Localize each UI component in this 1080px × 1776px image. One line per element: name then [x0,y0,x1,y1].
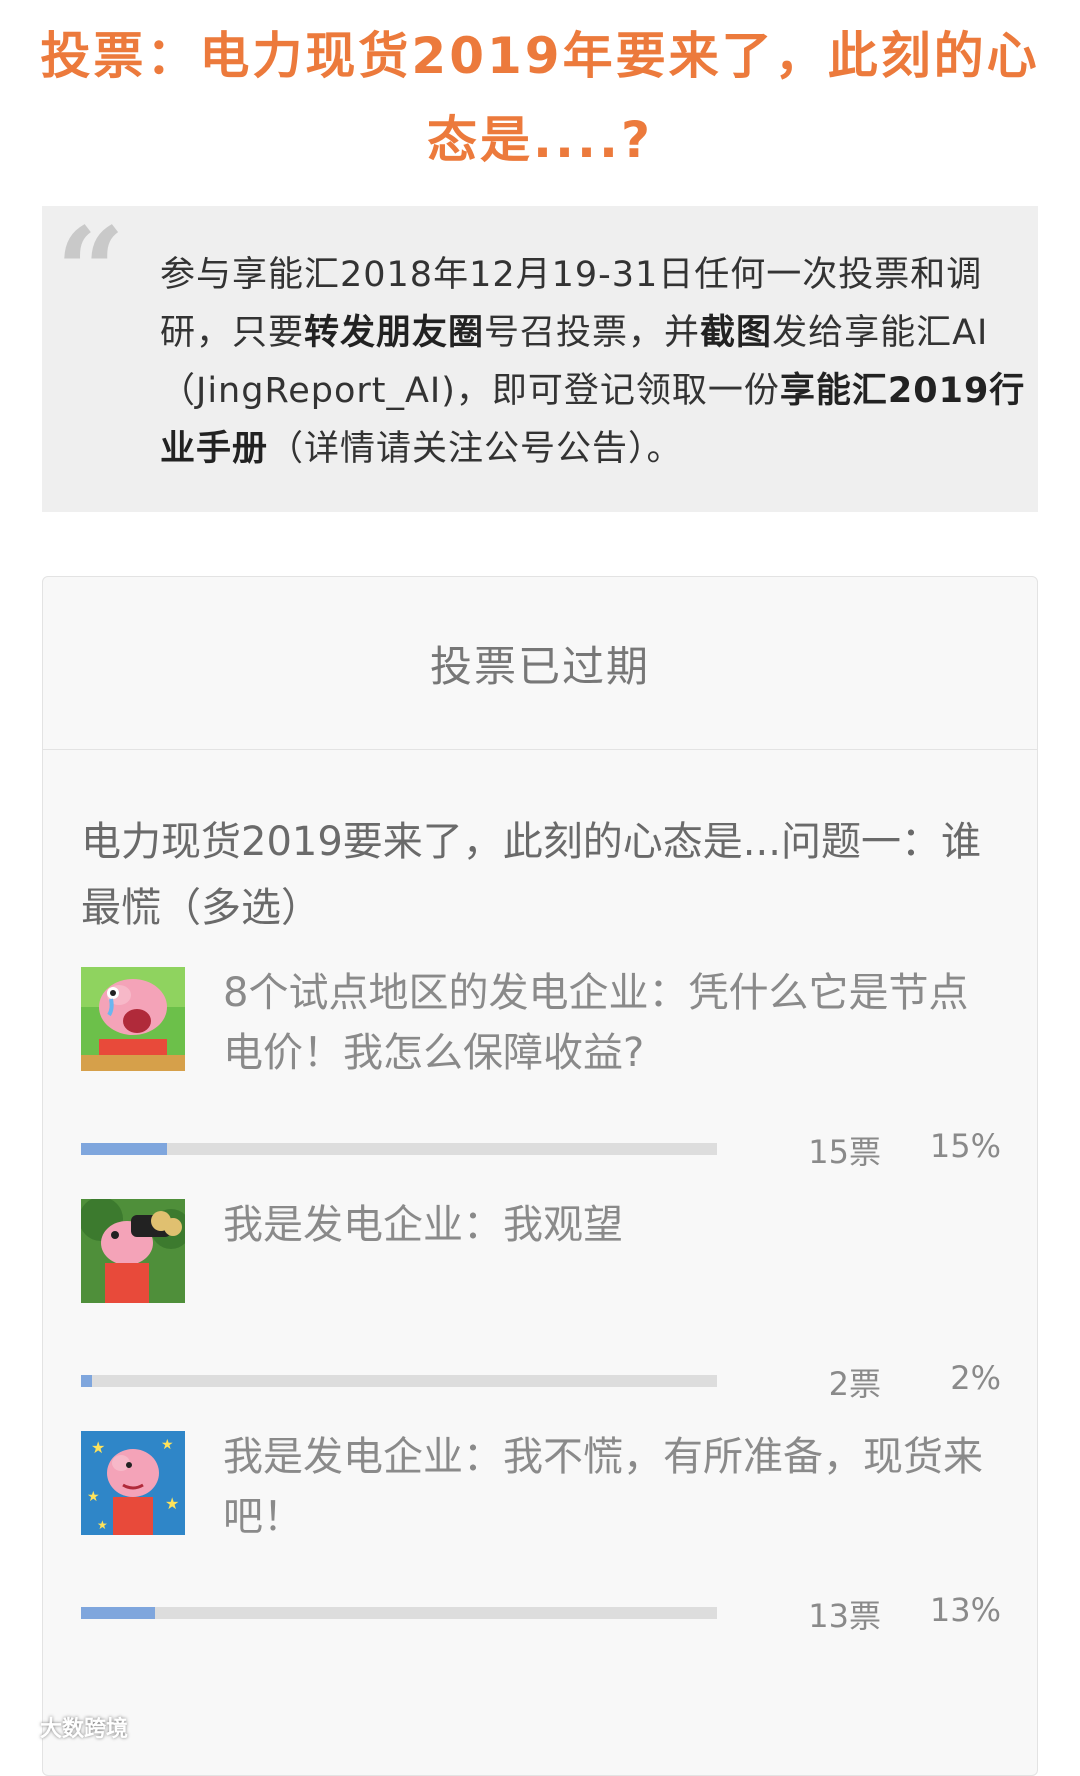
svg-text:★: ★ [161,1437,174,1453]
article-title: 投票：电力现货2019年要来了，此刻的心态是....? [40,27,1040,169]
notice-blockquote: “ 参与享能汇2018年12月19-31日任何一次投票和调研，只要转发朋友圈号召… [42,206,1038,512]
vote-progress-fill [81,1607,155,1619]
watermark: 大数跨境 [6,1711,128,1743]
vote-option-label: 8个试点地区的发电企业：凭什么它是节点电价！我怎么保障收益? [223,970,969,1076]
vote-header: 投票已过期 [43,577,1037,750]
vote-progress-track [81,1375,717,1387]
vote-progress-fill [81,1375,92,1387]
vote-question: 电力现货2019要来了，此刻的心态是...问题一：谁最慌（多选） [81,819,981,931]
vote-expired-status: 投票已过期 [429,641,650,691]
notice-bold-screenshot: 截图 [700,313,773,353]
vote-option[interactable]: 8个试点地区的发电企业：凭什么它是节点电价！我怎么保障收益? 15票 15% [81,967,1001,1207]
peppa-crying-thumbnail [81,967,185,1071]
quote-mark-icon: “ [56,201,126,342]
vote-percent: 13% [929,1591,1001,1629]
peppa-stars-thumbnail: ★ ★ ★ ★ ★ [81,1431,185,1535]
vote-progress-fill [81,1143,167,1155]
svg-text:★: ★ [97,1518,108,1532]
vote-count: 15票 [808,1133,881,1171]
vote-option[interactable]: 我是发电企业：我观望 2票 2% [81,1199,1001,1439]
notice-text: 参与享能汇2018年12月19-31日任何一次投票和调研，只要转发朋友圈号召投票… [160,246,1030,478]
vote-percent: 2% [950,1359,1001,1397]
vote-count: 2票 [828,1365,881,1403]
vote-progress-track [81,1607,717,1619]
notice-bold-repost: 转发朋友圈 [304,313,485,353]
watermark-logo-icon [7,1718,36,1736]
svg-text:★: ★ [91,1438,105,1457]
vote-option-label: 我是发电企业：我不慌，有所准备，现货来吧！ [223,1434,983,1540]
vote-percent: 15% [929,1127,1001,1165]
peppa-binoculars-thumbnail [81,1199,185,1303]
svg-text:★: ★ [87,1489,100,1505]
vote-progress-track [81,1143,717,1155]
vote-option-label: 我是发电企业：我观望 [223,1202,623,1248]
vote-count: 13票 [808,1597,881,1635]
notice-text-part: 号召投票，并 [484,313,701,353]
svg-text:★: ★ [165,1494,179,1513]
notice-text-part: （详情请关注公号公告）。 [268,429,683,469]
vote-card: 投票已过期 电力现货2019要来了，此刻的心态是...问题一：谁最慌（多选） 8… [42,576,1038,1776]
watermark-text: 大数跨境 [40,1717,129,1742]
vote-option[interactable]: ★ ★ ★ ★ ★ 我是发电企业：我不慌，有所准备，现货来吧！ 13票 13% [81,1431,1001,1671]
